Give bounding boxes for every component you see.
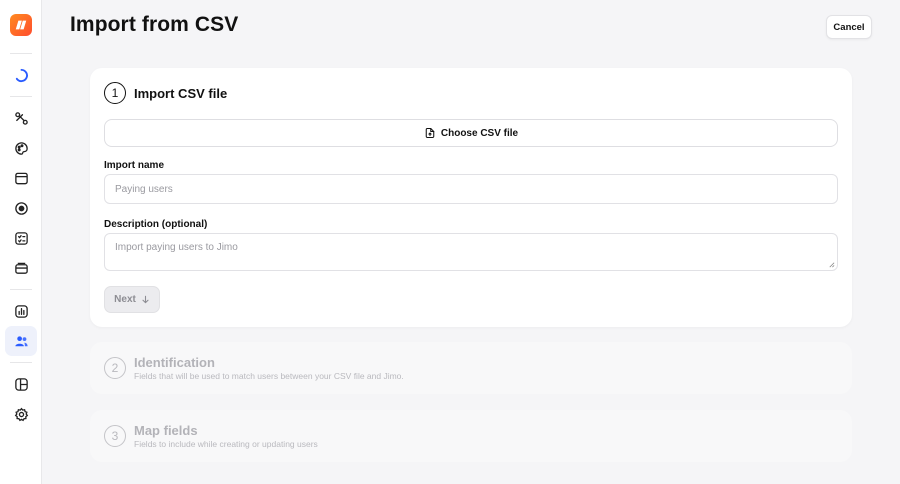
resize-grip-icon[interactable] [828,261,835,268]
description-label: Description (optional) [104,219,208,230]
description-placeholder: Import paying users to Jimo [115,242,238,253]
layout-icon[interactable] [5,369,37,399]
step-number: 3 [104,425,126,447]
description-textarea[interactable]: Import paying users to Jimo [104,233,838,271]
import-name-label: Import name [104,160,165,171]
palette-icon[interactable] [5,133,37,163]
step-title: Identification [134,355,215,370]
checklist-icon[interactable] [5,223,37,253]
next-button-label: Next [114,294,136,305]
choose-csv-file-button[interactable]: Choose CSV file [104,119,838,147]
choose-csv-file-label: Choose CSV file [440,127,519,139]
users-icon[interactable] [5,326,37,356]
import-name-input[interactable]: Paying users [104,174,838,204]
step-number: 1 [104,82,126,104]
sidebar-divider [10,289,32,290]
cancel-button[interactable]: Cancel [826,15,872,39]
sidebar-divider [10,96,32,97]
arrow-down-icon [142,295,149,304]
window-icon[interactable] [5,163,37,193]
sidebar-divider [10,362,32,363]
stack-icon[interactable] [5,253,37,283]
step-number: 2 [104,357,126,379]
step-card-map-fields: 3 Map fields Fields to include while cre… [90,410,852,462]
sidebar [0,0,42,484]
step-description: Fields to include while creating or upda… [134,439,318,449]
tours-icon[interactable] [5,103,37,133]
step-card-identification: 2 Identification Fields that will be use… [90,342,852,394]
settings-icon[interactable] [5,399,37,429]
sidebar-divider [10,53,32,54]
import-name-placeholder: Paying users [115,183,173,195]
main-content: Import from CSV Cancel 1 Import CSV file… [42,0,900,484]
step-title: Import CSV file [134,86,228,101]
jimo-logo[interactable] [10,14,32,36]
page-title: Import from CSV [70,13,239,36]
analytics-icon[interactable] [5,296,37,326]
loading-icon[interactable] [5,60,37,90]
step-card-import-csv: 1 Import CSV file Choose CSV file Import… [90,68,852,327]
file-upload-icon [425,127,435,139]
record-icon[interactable] [5,193,37,223]
next-button[interactable]: Next [104,286,160,313]
step-description: Fields that will be used to match users … [134,371,404,381]
step-title: Map fields [134,423,198,438]
